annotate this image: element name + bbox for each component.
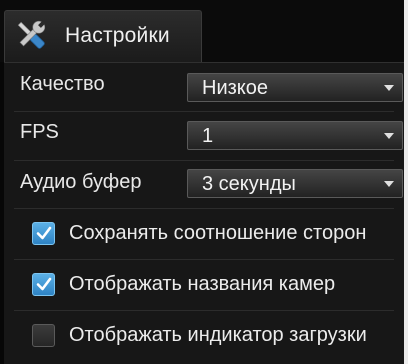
chevron-down-icon <box>384 133 394 139</box>
settings-panel: Настройки Качество Низкое FPS 1 Аудио бу… <box>0 0 404 364</box>
checkmark-icon <box>36 226 52 240</box>
settings-content: Качество Низкое FPS 1 Аудио буфер 3 секу… <box>4 62 404 364</box>
audio-buffer-label: Аудио буфер <box>20 171 142 193</box>
divider <box>14 208 394 209</box>
divider <box>14 160 394 161</box>
divider <box>14 111 394 112</box>
chevron-down-icon <box>384 85 394 91</box>
divider <box>14 259 394 260</box>
checkmark-icon <box>36 277 52 291</box>
tools-icon <box>17 20 46 49</box>
keep-aspect-ratio-checkbox[interactable] <box>32 222 55 245</box>
show-loading-indicator-checkbox[interactable] <box>32 324 55 347</box>
fps-select-value: 1 <box>202 125 214 147</box>
audio-buffer-select[interactable]: 3 секунды <box>187 169 403 198</box>
keep-aspect-ratio-label: Сохранять соотношение сторон <box>69 222 367 244</box>
fps-select[interactable]: 1 <box>187 121 403 150</box>
quality-select-value: Низкое <box>202 77 269 99</box>
option-show-camera-names[interactable]: Отображать названия камер <box>4 263 404 307</box>
option-keep-aspect-ratio[interactable]: Сохранять соотношение сторон <box>4 212 404 256</box>
tab-settings[interactable]: Настройки <box>4 10 202 62</box>
option-show-loading-indicator[interactable]: Отображать индикатор загрузки <box>4 314 404 358</box>
show-loading-indicator-label: Отображать индикатор загрузки <box>69 324 367 346</box>
tab-settings-label: Настройки <box>65 24 170 47</box>
chevron-down-icon <box>384 181 394 187</box>
divider <box>14 310 394 311</box>
show-camera-names-label: Отображать названия камер <box>69 273 336 295</box>
quality-label: Качество <box>20 73 105 95</box>
audio-buffer-select-value: 3 секунды <box>202 173 296 195</box>
fps-label: FPS <box>20 121 59 143</box>
quality-select[interactable]: Низкое <box>187 73 403 102</box>
show-camera-names-checkbox[interactable] <box>32 273 55 296</box>
tab-bar: Настройки <box>0 0 404 62</box>
